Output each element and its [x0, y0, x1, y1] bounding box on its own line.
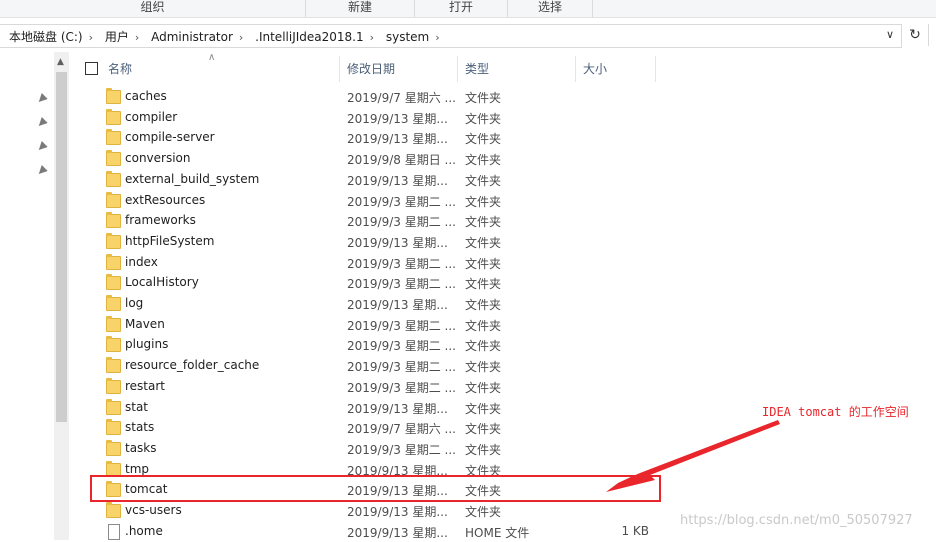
annotation-arrow	[606, 420, 780, 492]
annotation-text: IDEA tomcat 的工作空间	[762, 405, 909, 419]
highlight-box	[90, 475, 661, 502]
watermark: https://blog.csdn.net/m0_50507927	[680, 513, 913, 528]
